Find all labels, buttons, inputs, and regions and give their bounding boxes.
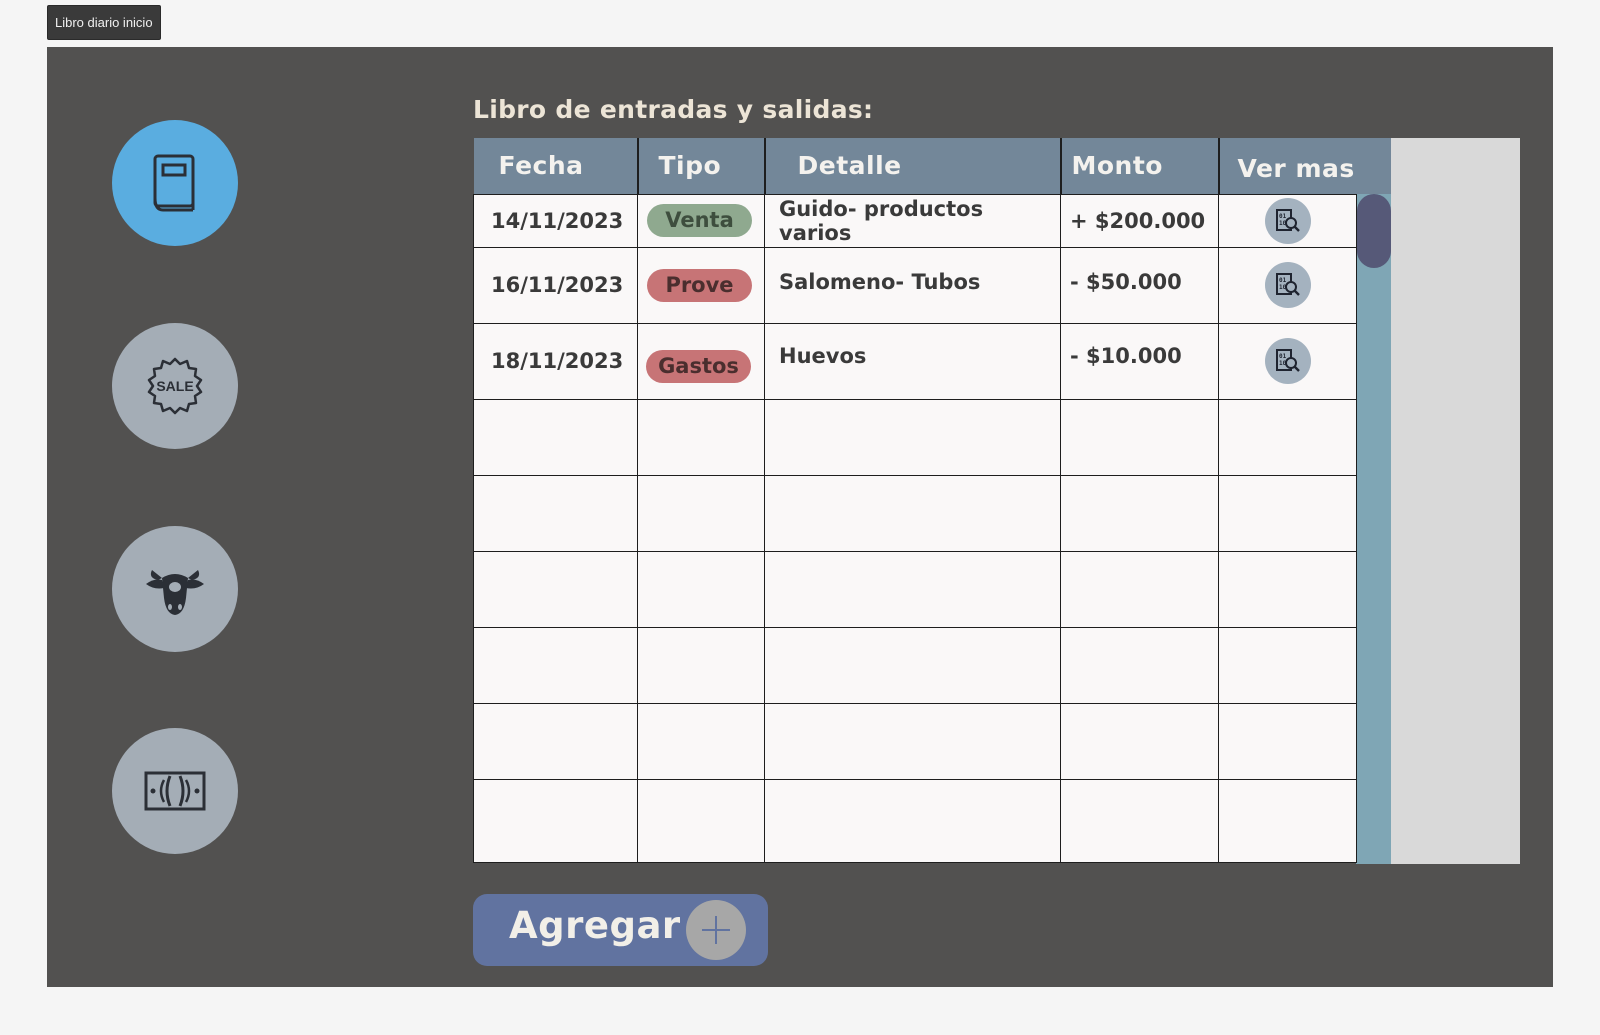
cell-ver-mas: 01 10 <box>1218 322 1357 400</box>
scrollbar-thumb[interactable] <box>1357 194 1391 268</box>
table-row-empty <box>473 778 1357 863</box>
document-search-icon: 01 10 <box>1275 349 1300 372</box>
view-details-button[interactable]: 01 10 <box>1264 338 1311 384</box>
plus-icon <box>686 900 746 960</box>
table-row-empty <box>473 398 1357 476</box>
app-frame: SALE Libro de entradas y salidas: Fecha … <box>47 47 1553 987</box>
cell-tipo: Prove <box>637 246 765 324</box>
table-header-extension <box>1356 138 1391 194</box>
cell-detalle: Salomeno- Tubos <box>764 246 1061 324</box>
cell-fecha: 16/11/2023 <box>473 246 638 324</box>
cell-tipo: Venta <box>637 193 765 248</box>
svg-text:SALE: SALE <box>156 378 193 394</box>
cell-detalle: Huevos <box>764 322 1061 400</box>
scrollbar-track[interactable] <box>1356 194 1391 864</box>
table-row-empty <box>473 626 1357 704</box>
cell-monto: + $200.000 <box>1060 193 1219 248</box>
nav-money-button[interactable] <box>112 728 238 854</box>
cell-fecha: 18/11/2023 <box>473 322 638 400</box>
column-header-ver-mas: Ver mas <box>1218 138 1357 194</box>
status-badge: Gastos <box>646 349 751 383</box>
column-header-fecha: Fecha <box>473 138 639 194</box>
status-badge: Venta <box>647 204 752 237</box>
table-row-empty <box>473 702 1357 780</box>
side-panel <box>1391 138 1520 864</box>
ledger-table-area: Fecha Tipo Detalle Monto Ver mas 14/11/2… <box>473 138 1520 864</box>
cell-monto: - $50.000 <box>1060 246 1219 324</box>
table-row: 18/11/2023 Gastos Huevos - $10.000 01 10 <box>473 322 1357 400</box>
table-row: 14/11/2023 Venta Guido- productos varios… <box>473 193 1357 248</box>
cell-monto: - $10.000 <box>1060 322 1219 400</box>
window-tab-title: Libro diario inicio <box>47 5 161 40</box>
cell-detalle: Guido- productos varios <box>764 193 1061 248</box>
cell-ver-mas: 01 10 <box>1218 193 1357 248</box>
book-icon <box>153 154 195 212</box>
cell-fecha: 14/11/2023 <box>473 193 638 248</box>
cell-ver-mas: 01 10 <box>1218 246 1357 324</box>
column-header-tipo: Tipo <box>637 138 766 194</box>
cow-icon <box>146 570 204 615</box>
svg-text:01: 01 <box>1279 353 1287 360</box>
sale-badge-icon: SALE <box>147 357 203 415</box>
column-header-detalle: Detalle <box>764 138 1062 194</box>
table-row-empty <box>473 474 1357 552</box>
add-entry-button[interactable]: Agregar <box>473 894 768 966</box>
table-row: 16/11/2023 Prove Salomeno- Tubos - $50.0… <box>473 246 1357 324</box>
status-badge: Prove <box>647 268 752 302</box>
view-details-button[interactable]: 01 10 <box>1264 197 1311 244</box>
table-row-empty <box>473 550 1357 628</box>
svg-text:01: 01 <box>1279 277 1287 284</box>
svg-text:01: 01 <box>1279 213 1287 220</box>
page-title: Libro de entradas y salidas: <box>473 95 874 124</box>
view-details-button[interactable]: 01 10 <box>1264 262 1311 308</box>
nav-book-button[interactable] <box>112 120 238 246</box>
nav-sales-button[interactable]: SALE <box>112 323 238 449</box>
column-header-monto: Monto <box>1060 138 1220 194</box>
add-button-label: Agregar <box>509 904 681 947</box>
document-search-icon: 01 10 <box>1275 208 1300 232</box>
table-header-row: Fecha Tipo Detalle Monto Ver mas <box>473 138 1357 194</box>
money-icon <box>144 771 206 811</box>
nav-livestock-button[interactable] <box>112 526 238 652</box>
ledger-table: Fecha Tipo Detalle Monto Ver mas 14/11/2… <box>473 138 1357 863</box>
cell-tipo: Gastos <box>637 322 765 400</box>
document-search-icon: 01 10 <box>1275 273 1300 296</box>
